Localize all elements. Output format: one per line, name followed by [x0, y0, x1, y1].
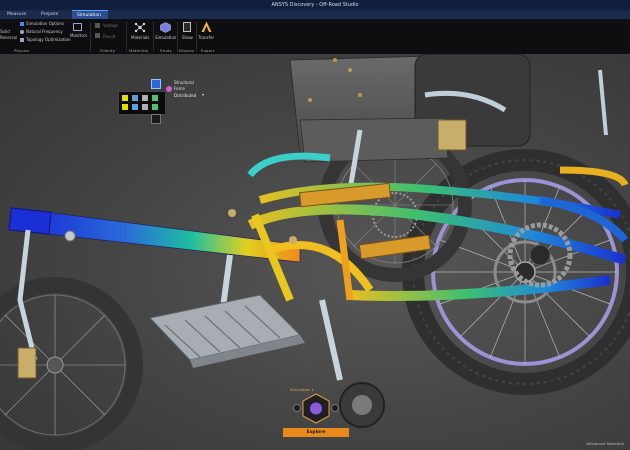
ribbon-separator: [196, 22, 197, 52]
materials-button[interactable]: Materials: [131, 35, 149, 40]
simulation-options-item[interactable]: Simulation Options: [26, 21, 64, 26]
simulation-icon: [160, 22, 171, 33]
show-icon: [183, 22, 191, 32]
seat[interactable]: [289, 54, 531, 163]
materials-group-label: Materials: [129, 48, 149, 53]
show-button[interactable]: Show: [182, 35, 193, 40]
cursor-select-icon[interactable]: [151, 79, 161, 89]
tab-label: Simulation: [77, 13, 101, 18]
status-text: Advanced Selection: [586, 441, 624, 446]
ribbon-separator: [126, 22, 127, 52]
tab-label: Prepare: [41, 12, 59, 17]
study-group-label: Study: [160, 48, 172, 53]
reversal-label[interactable]: Reversal: [0, 35, 17, 40]
caster-wheel[interactable]: [339, 382, 385, 428]
monitors-icon: [73, 23, 82, 31]
result-button[interactable]: Result: [103, 34, 115, 39]
context-toolbar: [118, 91, 166, 115]
tab-strip: Measure Prepare Simulation: [0, 10, 630, 19]
ribbon-separator: [90, 22, 91, 52]
natural-frequency-item[interactable]: Natural Frequency: [26, 29, 63, 34]
materials-icon: [134, 22, 146, 33]
topology-icon: [20, 38, 24, 42]
force-label[interactable]: Force: [174, 86, 185, 91]
voltage-icon: [95, 23, 100, 28]
tab-measure[interactable]: Measure: [2, 10, 40, 19]
force-icon: [166, 86, 172, 92]
footplate[interactable]: [149, 294, 305, 368]
3d-viewport[interactable]: Structural Force Distributed ▾: [0, 54, 630, 450]
force-arrow-icon[interactable]: [122, 95, 128, 101]
options-icon: [20, 22, 24, 26]
ribbon-separator: [153, 22, 154, 52]
explore-button[interactable]: Explore: [283, 428, 349, 437]
voltage-button[interactable]: Voltage: [103, 23, 118, 28]
distributed-dropdown[interactable]: Distributed: [174, 93, 196, 98]
monitors-button[interactable]: Monitors: [70, 33, 87, 38]
simulation-control-hub[interactable]: [293, 392, 339, 426]
tab-prepare[interactable]: Prepare: [36, 10, 76, 19]
transfer-icon: [201, 21, 212, 32]
physics-group-label: Physics: [14, 48, 30, 53]
topology-optimization-item[interactable]: Topology Optimization: [26, 37, 71, 42]
displacement-icon[interactable]: [132, 104, 138, 110]
result-icon: [95, 33, 100, 38]
solid-label[interactable]: Solid: [0, 29, 10, 34]
fidelity-group-label: Fidelity: [100, 48, 116, 53]
chevron-down-icon[interactable]: ▾: [202, 92, 204, 97]
window-title: ANSYS Discovery - Off-Road Studio: [0, 0, 630, 10]
contact-icon[interactable]: [142, 104, 148, 110]
structural-label: Structural: [174, 80, 194, 85]
tab-simulation[interactable]: Simulation: [72, 10, 108, 19]
load-icon[interactable]: [122, 104, 128, 110]
display-group-label: Display: [179, 48, 195, 53]
moment-icon[interactable]: [152, 95, 158, 101]
wheelchair-model[interactable]: [0, 54, 630, 450]
transfer-button[interactable]: Transfer: [198, 35, 214, 40]
simulation-button[interactable]: Simulation: [155, 35, 176, 40]
ribbon-separator: [177, 22, 178, 52]
frequency-icon: [20, 30, 24, 34]
support-icon[interactable]: [142, 95, 148, 101]
ribbon: Solid Reversal Simulation Options Natura…: [0, 19, 630, 55]
pressure-icon[interactable]: [132, 95, 138, 101]
tab-label: Measure: [7, 12, 27, 17]
pin-icon[interactable]: [151, 114, 161, 124]
export-group-label: Export: [201, 48, 215, 53]
temperature-icon[interactable]: [152, 104, 158, 110]
